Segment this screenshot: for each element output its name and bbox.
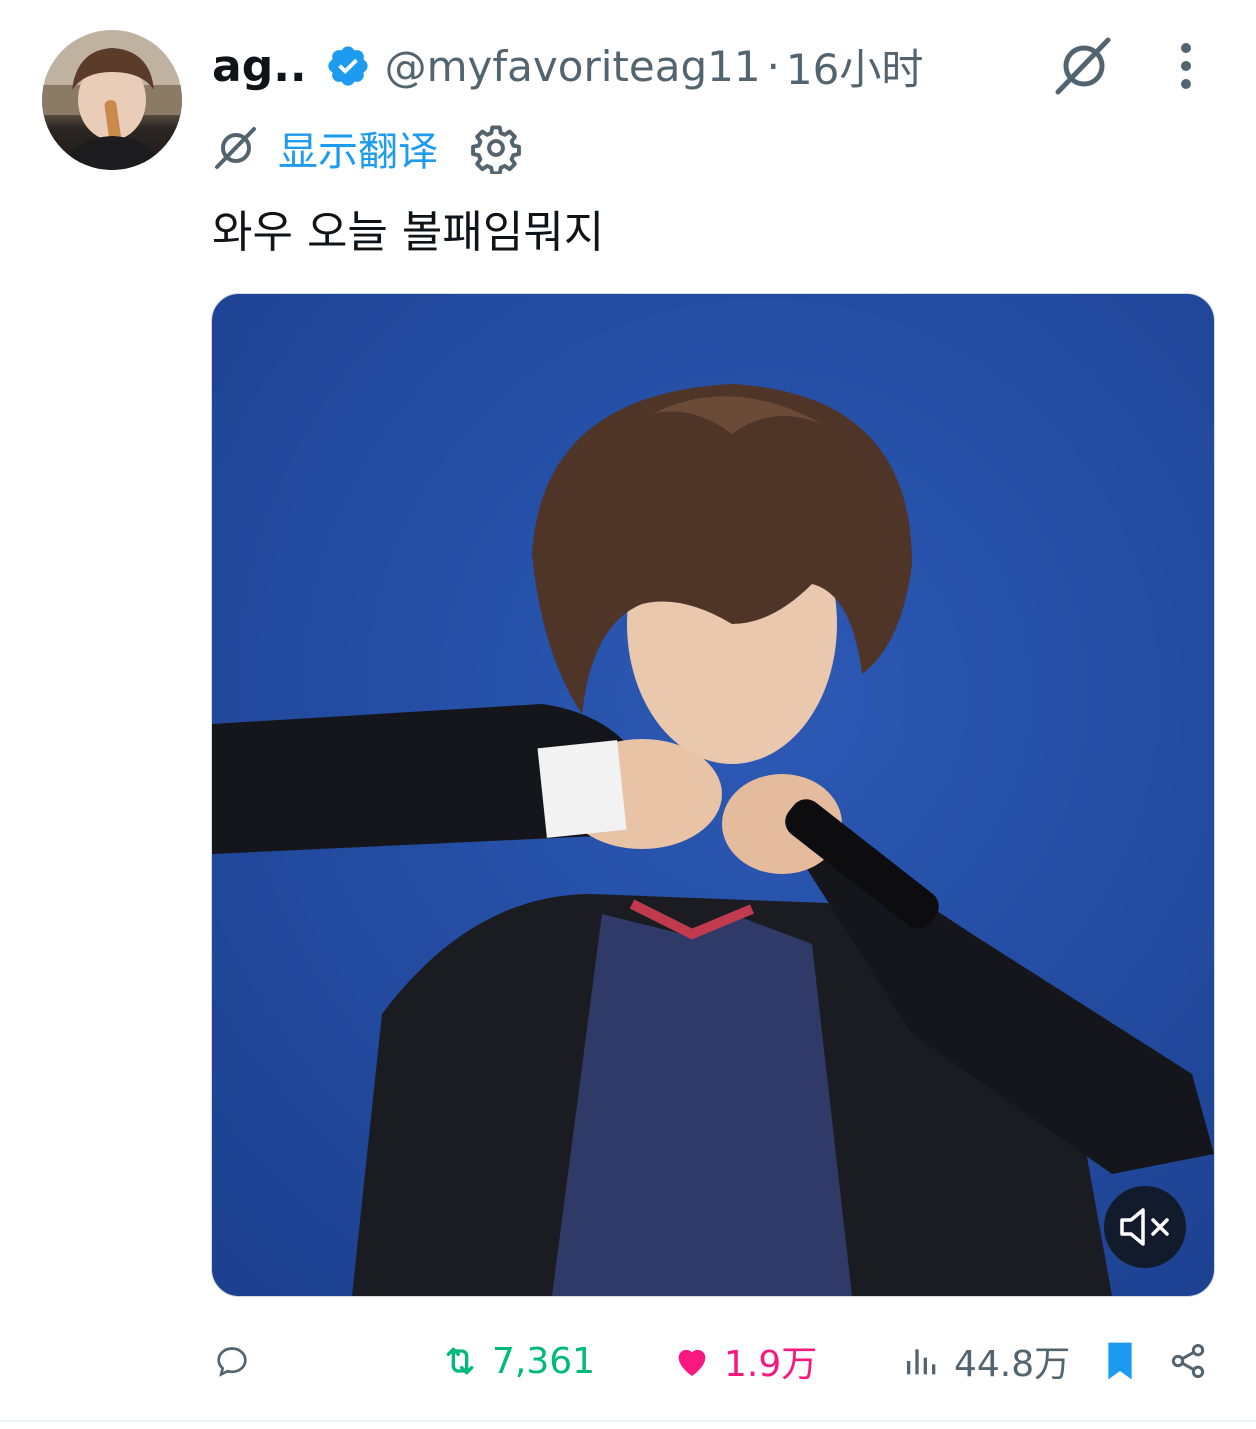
grok-translate-icon [215, 127, 256, 169]
video-frame [212, 384, 1214, 1296]
retweet-icon [446, 1347, 474, 1375]
views-bar-chart-icon [907, 1349, 936, 1375]
gear-icon[interactable] [470, 122, 522, 174]
author-handle[interactable]: @myfavoriteag11 [385, 42, 761, 91]
like-count: 1.9万 [724, 1344, 818, 1385]
translate-row: 显示翻译 [212, 118, 522, 178]
tweet-text: 와우 오늘 볼패임뭐지 [212, 207, 605, 258]
bookmark-filled-icon [1108, 1342, 1132, 1380]
retweet-count: 7,361 [492, 1340, 596, 1382]
tweet-timestamp[interactable]: 16小时 [786, 36, 923, 97]
share-icon [1171, 1344, 1205, 1378]
more-options-icon[interactable] [1166, 38, 1206, 94]
tweet-header: ag.. @myfavoriteag11 · 16小时 [212, 36, 923, 96]
tweet-actions: 7,361 1.9万 44.8万 [212, 1330, 1212, 1392]
views-button[interactable]: 44.8万 [902, 1330, 1070, 1392]
bookmark-button[interactable] [1100, 1330, 1140, 1392]
reply-button[interactable] [212, 1330, 264, 1392]
verified-badge-icon [327, 46, 368, 86]
bottom-divider [0, 1420, 1256, 1422]
heart-filled-icon [678, 1349, 706, 1376]
reply-icon [217, 1347, 247, 1377]
volume-muted-icon [1120, 1208, 1169, 1246]
share-button[interactable] [1168, 1330, 1208, 1392]
show-translation-link[interactable]: 显示翻译 [278, 119, 438, 177]
like-button[interactable]: 1.9万 [672, 1330, 817, 1392]
author-avatar[interactable] [42, 30, 182, 170]
author-display-name[interactable]: ag.. [212, 41, 307, 92]
views-count: 44.8万 [954, 1344, 1071, 1385]
tweet-video[interactable] [211, 293, 1215, 1297]
retweet-button[interactable]: 7,361 [440, 1330, 595, 1392]
header-separator: · [766, 41, 780, 91]
grok-icon[interactable] [1052, 34, 1116, 98]
mute-toggle-button[interactable] [1104, 1186, 1186, 1268]
